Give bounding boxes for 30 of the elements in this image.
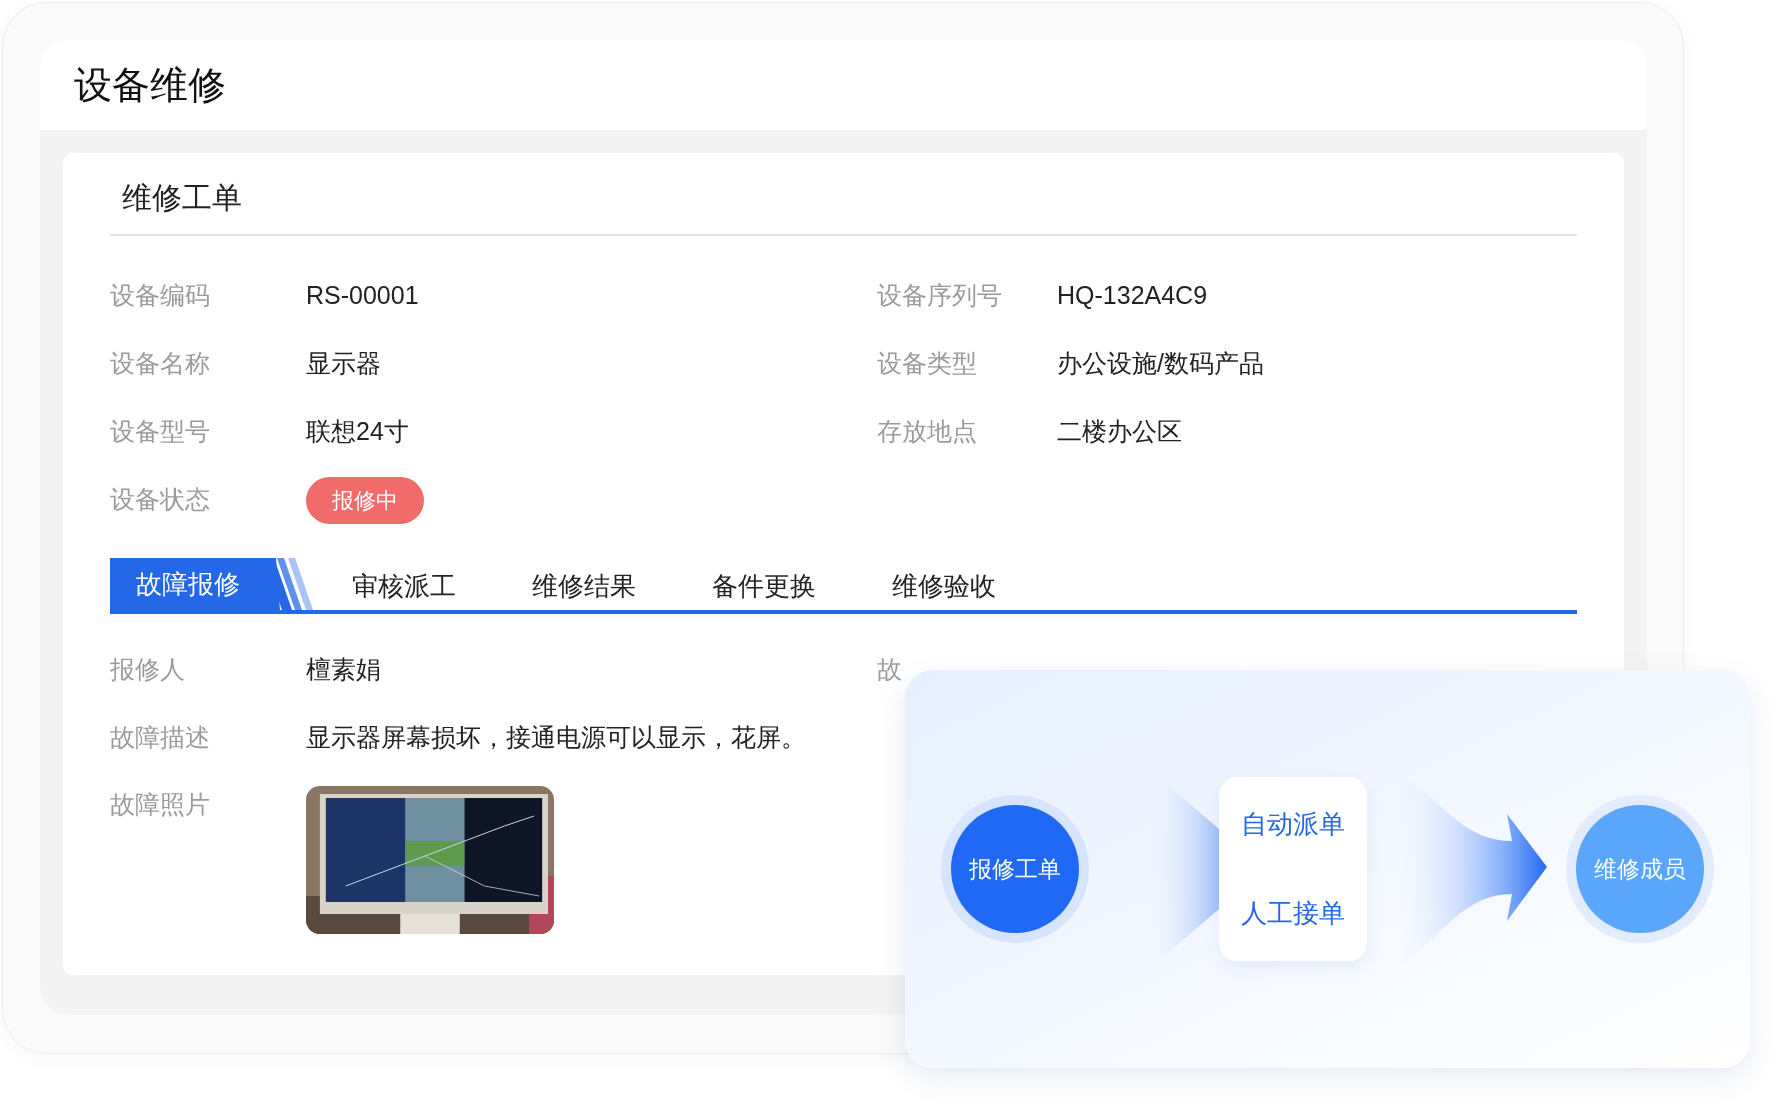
- field-label: 故障照片: [110, 789, 211, 820]
- field-value: 联想24寸: [306, 416, 409, 448]
- tab[interactable]: 备件更换: [674, 558, 854, 610]
- tab[interactable]: 审核派工: [314, 558, 494, 610]
- field-label: 存放地点: [877, 416, 978, 448]
- status-badge: 报修中: [306, 476, 424, 524]
- field-label: 设备名称: [110, 348, 211, 380]
- field-label: 报修人: [110, 654, 186, 686]
- field-value: RS-00001: [306, 280, 419, 312]
- dispatch-option: 人工接单: [1241, 894, 1345, 933]
- tab[interactable]: 维修结果: [494, 558, 674, 610]
- field-label: 设备型号: [110, 416, 211, 448]
- page-title: 设备维修: [74, 62, 226, 108]
- field-value: 二楼办公区: [1057, 416, 1182, 448]
- field-label: 故障描述: [110, 722, 211, 754]
- field-label: 设备类型: [877, 348, 978, 380]
- field-value: HQ-132A4C9: [1057, 280, 1208, 312]
- node-label: 报修工单: [969, 854, 1061, 884]
- field-label: 设备状态: [110, 484, 211, 516]
- field-value: 显示器屏幕损坏，接通电源可以显示，花屏。: [306, 722, 806, 754]
- node-label: 维修成员: [1594, 854, 1686, 884]
- tab[interactable]: 维修验收: [854, 558, 1034, 610]
- field-value: 檀素娟: [306, 654, 381, 686]
- field-label: 故: [877, 654, 902, 686]
- field-value: 办公设施/数码产品: [1057, 348, 1264, 380]
- card-title: 维修工单: [122, 181, 242, 214]
- dispatch-option: 自动派单: [1241, 805, 1345, 844]
- field-label: 设备序列号: [877, 280, 1003, 312]
- field-label: 设备编码: [110, 280, 211, 312]
- field-value: 显示器: [306, 348, 381, 380]
